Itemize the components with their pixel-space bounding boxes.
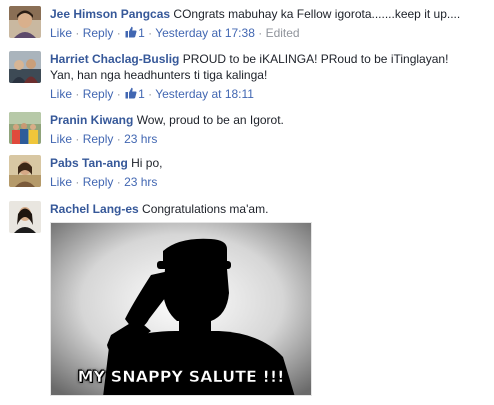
comment-body: Pranin Kiwang Wow, proud to be an Igorot…	[50, 112, 490, 147]
comment-text: PROUD to be iKALINGA! PRoud to be iTingl…	[182, 52, 449, 66]
like-link[interactable]: Like	[50, 132, 72, 146]
comment-author[interactable]: Pabs Tan-ang	[50, 156, 128, 170]
separator: ·	[75, 132, 80, 146]
comment-body: Pabs Tan-ang Hi po, Like · Reply · 23 hr…	[50, 155, 490, 190]
separator: ·	[116, 26, 121, 40]
timestamp[interactable]: Yesterday at 17:38	[155, 26, 255, 40]
reply-link[interactable]: Reply	[83, 26, 114, 40]
edited-label[interactable]: Edited	[266, 26, 300, 40]
comment-body: Rachel Lang-es Congratulations ma'am.	[50, 201, 490, 217]
like-link[interactable]: Like	[50, 175, 72, 189]
comment-actions: Like · Reply · 23 hrs	[50, 131, 490, 147]
reply-link[interactable]: Reply	[83, 87, 114, 101]
avatar[interactable]	[9, 155, 41, 187]
comment-text-continued: Yan, han nga headhunters ti tiga kalinga…	[50, 68, 268, 82]
comment-text: Wow, proud to be an Igorot.	[136, 113, 284, 127]
separator: ·	[75, 175, 80, 189]
comment-item: Pabs Tan-ang Hi po, Like · Reply · 23 hr…	[9, 155, 490, 195]
separator: ·	[148, 26, 153, 40]
separator: ·	[75, 26, 80, 40]
comment-body: Jee Himson Pangcas COngrats mabuhay ka F…	[50, 6, 490, 41]
timestamp[interactable]: 23 hrs	[124, 175, 157, 189]
comment-text: Congratulations ma'am.	[142, 202, 269, 216]
separator: ·	[116, 87, 121, 101]
like-link[interactable]: Like	[50, 87, 72, 101]
separator: ·	[116, 132, 121, 146]
like-count-badge[interactable]: 1	[124, 87, 148, 101]
comment-item: Pranin Kiwang Wow, proud to be an Igorot…	[9, 112, 490, 152]
like-count: 1	[138, 26, 145, 40]
thumbs-up-icon	[125, 87, 137, 99]
reply-link[interactable]: Reply	[83, 175, 114, 189]
comment-body: Harriet Chaclag-Buslig PROUD to be iKALI…	[50, 51, 490, 102]
timestamp[interactable]: 23 hrs	[124, 132, 157, 146]
separator: ·	[148, 87, 153, 101]
comment-actions: Like · Reply · 1 · Yesterday at 18:11	[50, 86, 490, 102]
timestamp[interactable]: Yesterday at 18:11	[155, 87, 254, 101]
image-caption: MY SNAPPY SALUTE !!!	[77, 367, 285, 387]
like-count-badge[interactable]: 1	[124, 26, 148, 40]
comment-author[interactable]: Harriet Chaclag-Buslig	[50, 52, 179, 66]
avatar[interactable]	[9, 201, 41, 233]
avatar[interactable]	[9, 6, 41, 38]
comment-author[interactable]: Pranin Kiwang	[50, 113, 133, 127]
comment-actions: Like · Reply · 23 hrs	[50, 174, 490, 190]
comment-text: Hi po,	[131, 156, 163, 170]
separator: ·	[258, 26, 263, 40]
comment-item: Harriet Chaclag-Buslig PROUD to be iKALI…	[9, 51, 490, 107]
comment-item: Jee Himson Pangcas COngrats mabuhay ka F…	[9, 6, 490, 46]
separator: ·	[116, 175, 121, 189]
comment-text: COngrats mabuhay ka Fellow igorota......…	[173, 7, 461, 21]
like-link[interactable]: Like	[50, 26, 72, 40]
separator: ·	[75, 87, 80, 101]
comment-item: Rachel Lang-es Congratulations ma'am.	[9, 201, 490, 233]
avatar[interactable]	[9, 112, 41, 144]
comment-author[interactable]: Rachel Lang-es	[50, 202, 139, 216]
reply-link[interactable]: Reply	[83, 132, 114, 146]
avatar[interactable]	[9, 51, 41, 83]
like-count: 1	[138, 87, 145, 101]
comment-actions: Like · Reply · 1 · Yesterday at 17:38 · …	[50, 25, 490, 41]
comment-author[interactable]: Jee Himson Pangcas	[50, 7, 170, 21]
thumbs-up-icon	[125, 26, 137, 38]
attached-image[interactable]: MY SNAPPY SALUTE !!!	[50, 222, 312, 396]
